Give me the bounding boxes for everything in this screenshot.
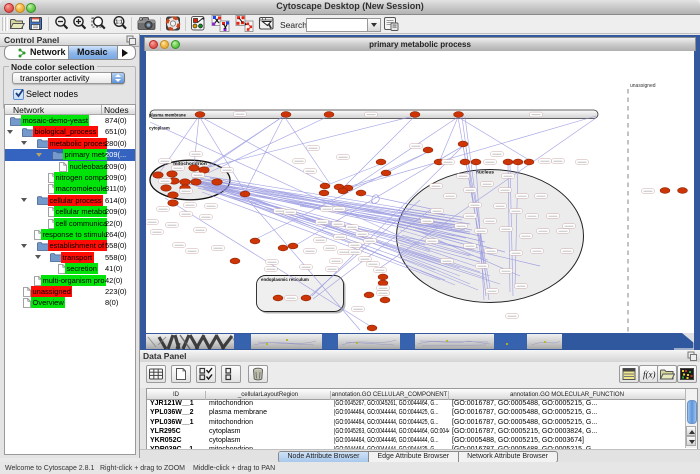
svg-text:1:1: 1:1 <box>115 20 122 26</box>
svg-text:f(x): f(x) <box>643 370 656 380</box>
svg-text:unassigned: unassigned <box>630 83 656 89</box>
svg-text:plasma membrane: plasma membrane <box>149 112 186 117</box>
svg-text:nucleus: nucleus <box>476 170 494 176</box>
svg-text:endoplasmic reticulum: endoplasmic reticulum <box>261 277 309 282</box>
